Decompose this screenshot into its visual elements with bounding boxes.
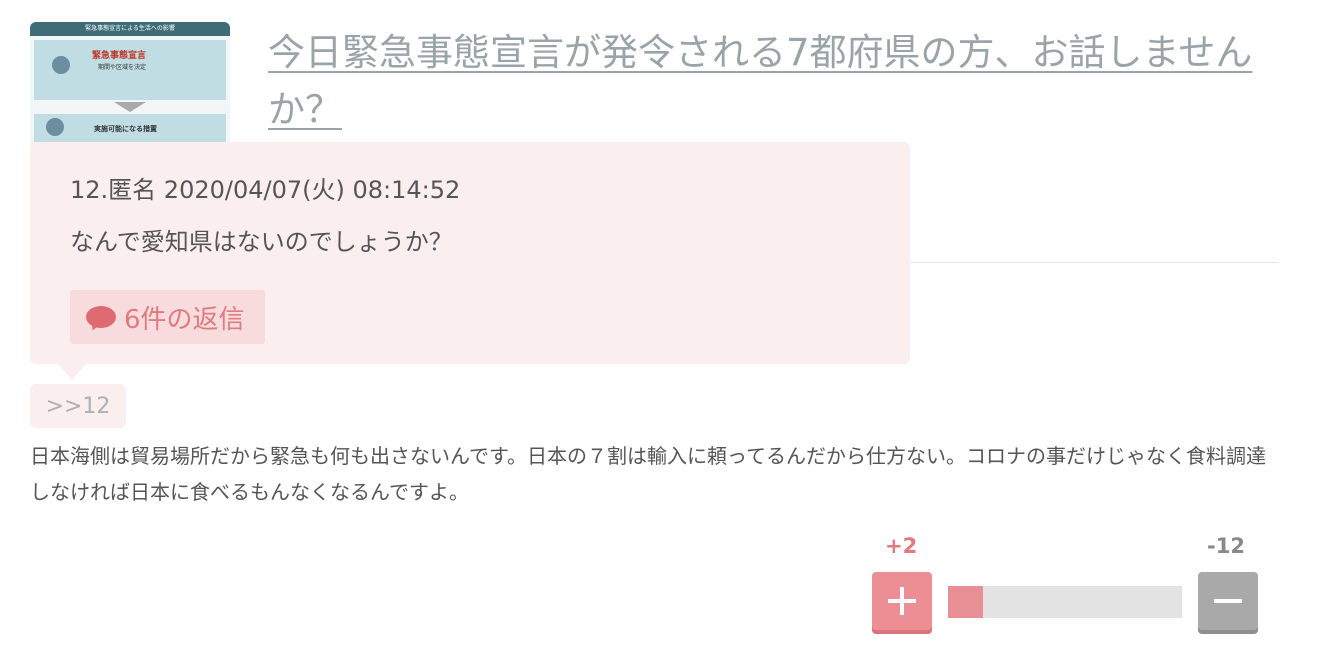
thumbnail-subline: 期間や区域を決定 — [98, 64, 147, 71]
replies-label: 6件の返信 — [124, 304, 245, 335]
down-arrow-icon — [114, 102, 146, 112]
person-icon — [46, 118, 64, 136]
reply-anchor-link[interactable]: >>12 — [30, 384, 126, 428]
speech-bubble-icon — [86, 306, 116, 328]
thumbnail-panel-top: 緊急事態宣言 期間や区域を決定 — [34, 40, 226, 100]
replies-button[interactable]: 6件の返信 — [70, 290, 265, 344]
person-icon — [52, 56, 70, 74]
comment-body: 日本海側は貿易場所だから緊急も何も出さないんです。日本の７割は輸入に頼ってるんだ… — [30, 444, 1266, 504]
popup-tail — [58, 364, 86, 380]
vote-ratio-fill — [948, 586, 984, 618]
plus-icon-stem — [900, 587, 904, 615]
plus-vote-count: +2 — [885, 534, 918, 558]
thumbnail-headline: 緊急事態宣言 — [92, 51, 147, 61]
minus-icon — [1214, 599, 1242, 603]
topic-title-link[interactable]: 今日緊急事態宣言が発令される7都府県の方、お話しませんか？ — [268, 24, 1278, 138]
minus-vote-button[interactable] — [1198, 572, 1258, 630]
thumbnail-step-title: 実施可能になる措置 — [94, 125, 157, 133]
comment-meta: 12.匿名 2020/04/07(火) 08:14:52 — [70, 176, 461, 204]
plus-vote-button[interactable] — [872, 572, 932, 630]
quoted-comment-body: なんで愛知県はないのでしょうか？ — [70, 228, 453, 256]
vote-ratio-bar — [948, 586, 1182, 618]
minus-vote-count: -12 — [1207, 534, 1245, 558]
thumbnail-band: 緊急事態宣言による生活への影響 — [30, 22, 230, 36]
divider — [910, 262, 1278, 263]
quoted-comment-popup: 12.匿名 2020/04/07(火) 08:14:52 なんで愛知県はないので… — [30, 142, 910, 380]
